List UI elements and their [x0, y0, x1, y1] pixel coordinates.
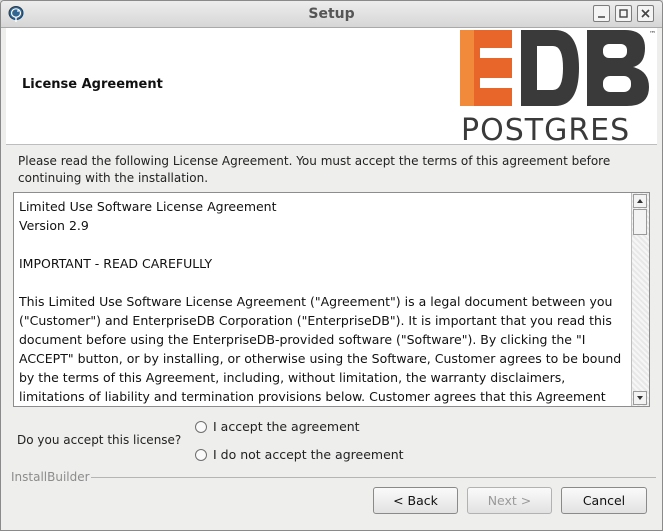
- decline-radio-label[interactable]: I do not accept the agreement: [213, 447, 404, 462]
- scroll-down-icon: [637, 396, 643, 400]
- installbuilder-label: InstallBuilder: [11, 470, 90, 484]
- scrollbar-thumb[interactable]: [633, 209, 647, 235]
- decline-radio-option[interactable]: I do not accept the agreement: [195, 447, 404, 462]
- maximize-icon: [619, 9, 628, 18]
- license-scrollbar[interactable]: [631, 193, 649, 406]
- minimize-button[interactable]: [593, 5, 610, 22]
- footer-divider: [91, 477, 656, 478]
- accept-question-label: Do you accept this license?: [17, 433, 182, 447]
- window-title: Setup: [308, 6, 355, 22]
- close-button[interactable]: [637, 5, 654, 22]
- accept-radio-button[interactable]: [195, 420, 207, 433]
- license-text: Limited Use Software License Agreement V…: [19, 199, 622, 404]
- scroll-up-button[interactable]: [633, 194, 647, 208]
- wizard-header: License Agreement ™ POSTGRES: [6, 28, 657, 145]
- next-button[interactable]: Next >: [467, 487, 552, 514]
- trademark-mark: ™: [649, 30, 655, 38]
- logo-postgres-text: POSTGRES: [461, 113, 630, 144]
- license-textarea[interactable]: Limited Use Software License Agreement V…: [13, 192, 650, 407]
- intro-text: Please read the following License Agreem…: [18, 154, 611, 185]
- decline-radio-button[interactable]: [195, 448, 207, 461]
- edb-postgres-logo: ™ POSTGRES: [460, 30, 655, 144]
- scroll-up-icon: [637, 199, 643, 203]
- cancel-button[interactable]: Cancel: [561, 487, 647, 514]
- title-bar[interactable]: Setup: [1, 1, 662, 28]
- accept-radio-option[interactable]: I accept the agreement: [195, 419, 360, 434]
- setup-window: Setup License Agreement ™ POST: [0, 0, 663, 531]
- scroll-down-button[interactable]: [633, 391, 647, 405]
- back-button[interactable]: < Back: [373, 487, 458, 514]
- minimize-icon: [598, 16, 605, 18]
- close-icon: [641, 9, 650, 18]
- accept-radio-label[interactable]: I accept the agreement: [213, 419, 360, 434]
- maximize-button[interactable]: [615, 5, 632, 22]
- page-title: License Agreement: [22, 77, 163, 92]
